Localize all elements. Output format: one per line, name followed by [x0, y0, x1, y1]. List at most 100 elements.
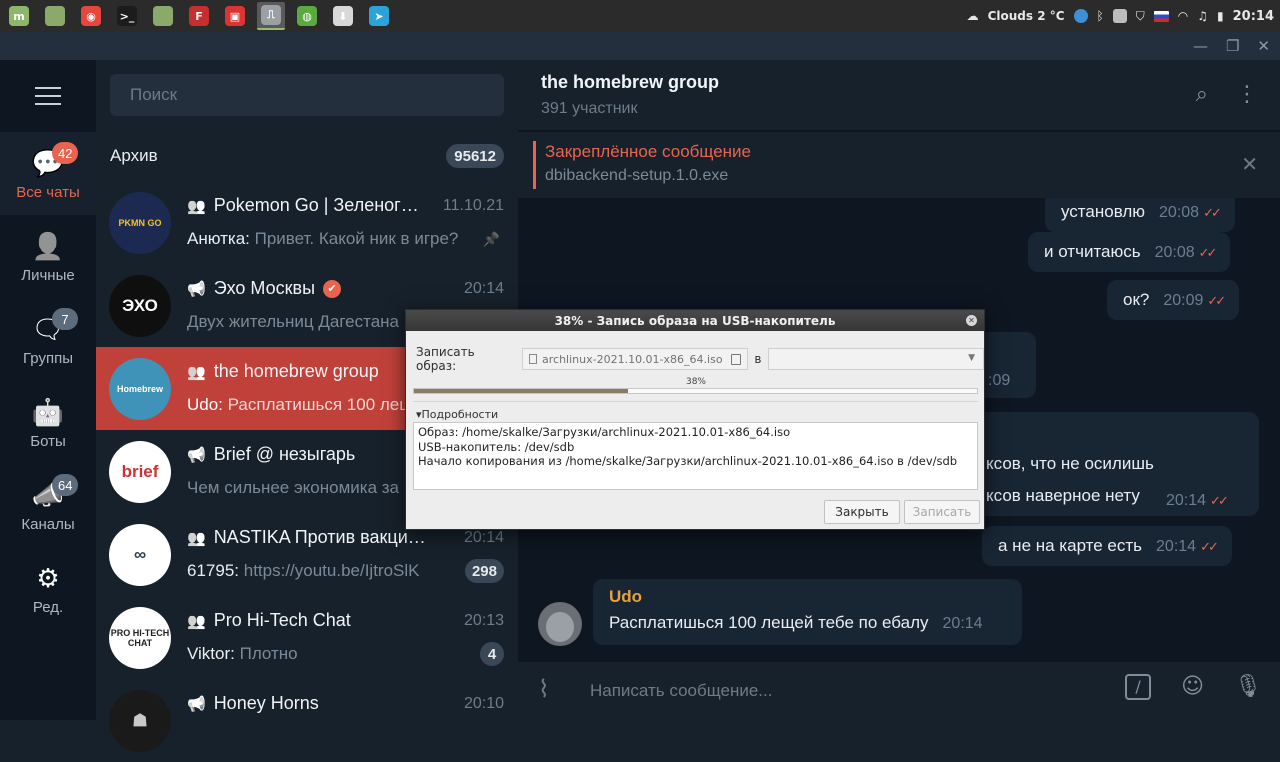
- message-text: установлю: [1061, 202, 1146, 221]
- chat-name: 👥 Pokemon Go | Зеленоград: [187, 195, 427, 216]
- taskbar-app[interactable]: ◍: [293, 2, 321, 30]
- chat-row[interactable]: ☗ 📢 Honey Horns 20:10: [96, 679, 518, 762]
- message-bubble[interactable]: ок? 20:09 ✓✓: [1107, 280, 1240, 320]
- details-log[interactable]: Образ: /home/skalke/Загрузки/archlinux-2…: [413, 422, 978, 490]
- chat-time: 20:14: [463, 529, 504, 546]
- message-bubble[interactable]: и отчитаюсь 20:08 ✓✓: [1028, 232, 1231, 272]
- bot-icon: 🤖: [31, 396, 65, 427]
- archive-row[interactable]: Архив 95612: [96, 134, 518, 178]
- search-input[interactable]: Поиск: [110, 74, 504, 116]
- taskbar-app[interactable]: ▣: [221, 2, 249, 30]
- image-row: Записать образ: archlinux-2021.10.01-x86…: [416, 345, 984, 373]
- maximize-icon[interactable]: ❐: [1226, 37, 1239, 55]
- nav-label: Каналы: [21, 516, 75, 533]
- message-bubble[interactable]: установлю 20:08 ✓✓: [1045, 198, 1235, 232]
- write-button[interactable]: Записать: [904, 500, 980, 524]
- nav-label: Боты: [30, 433, 66, 450]
- microphone-icon[interactable]: 🎙: [1234, 674, 1262, 700]
- preview-text: Двух жительниц Дагестана: [187, 312, 400, 331]
- chat-avatar: brief: [109, 441, 171, 503]
- emoji-icon[interactable]: ☺: [1181, 674, 1204, 700]
- battery-icon[interactable]: ▮: [1217, 9, 1224, 23]
- main-menu-button[interactable]: [0, 60, 96, 132]
- chat-row[interactable]: PKMN GO 👥 Pokemon Go | Зеленоград 11.10.21 А…: [96, 181, 518, 264]
- chat-row[interactable]: PRO HI-TECH CHAT 👥 Pro Hi-Tech Chat 20:13 Vi…: [96, 596, 518, 679]
- taskbar-app[interactable]: F: [185, 2, 213, 30]
- message-text: а не на карте есть: [998, 536, 1143, 555]
- hamburger-icon: [35, 87, 61, 105]
- chat-avatar: Homebrew: [109, 358, 171, 420]
- shield-icon[interactable]: ⛉: [1136, 9, 1145, 24]
- dialog-close-icon[interactable]: ✕: [966, 315, 977, 326]
- dialog-titlebar[interactable]: 38% - Запись образа на USB-накопитель ✕: [406, 310, 984, 331]
- telegram-tray-icon[interactable]: [1073, 9, 1088, 23]
- message-time: :09: [988, 372, 1011, 389]
- taskbar-app[interactable]: >_: [113, 2, 141, 30]
- preview-sender: Анютка:: [187, 229, 255, 248]
- pinned-message-bar[interactable]: Закреплённое сообщение dbibackend-setup.…: [518, 132, 1280, 198]
- minimize-icon[interactable]: —: [1193, 37, 1208, 55]
- message-author[interactable]: Udo: [609, 587, 1006, 607]
- message-bubble[interactable]: а не на карте есть 20:14 ✓✓: [982, 526, 1232, 566]
- pinned-accent-bar: [533, 141, 536, 189]
- more-vertical-icon[interactable]: ⋮: [1236, 82, 1258, 107]
- image-file-chooser[interactable]: archlinux-2021.10.01-x86_64.iso: [522, 348, 749, 370]
- nav-folder-5[interactable]: ⚙ Ред.: [0, 547, 96, 630]
- log-line: Начало копирования из /home/skalke/Загру…: [418, 454, 958, 468]
- chat-name: 📢 Эхо Москвы ✔: [187, 278, 427, 299]
- taskbar-app[interactable]: [149, 2, 177, 30]
- usb-device-select[interactable]: ▼: [767, 348, 984, 370]
- bot-commands-icon[interactable]: /: [1125, 674, 1152, 700]
- close-icon[interactable]: ✕: [1257, 37, 1270, 55]
- music-icon[interactable]: ♫: [1197, 9, 1208, 23]
- nav-folder-1[interactable]: 👤 Личные: [0, 215, 96, 298]
- app-box-icon: ▣: [225, 6, 245, 26]
- details-expander[interactable]: ▾Подробности: [416, 408, 498, 421]
- details-label: Подробности: [421, 408, 499, 421]
- nav-folder-4[interactable]: 📣 Каналы 64: [0, 464, 96, 547]
- chat-preview: Viktor: Плотно: [187, 644, 473, 664]
- avatar[interactable]: [538, 602, 582, 646]
- taskbar-app[interactable]: ⬇: [329, 2, 357, 30]
- attach-icon[interactable]: ⌇: [538, 675, 550, 703]
- bluetooth-icon[interactable]: ᛒ: [1097, 9, 1104, 23]
- taskbar-app[interactable]: ➤: [365, 2, 393, 30]
- close-pinned-icon[interactable]: ✕: [1241, 152, 1258, 176]
- search-icon[interactable]: ⌕: [1196, 82, 1208, 107]
- nav-folder-2[interactable]: 🗨 Группы 7: [0, 298, 96, 381]
- keyboard-layout-flag-icon[interactable]: [1153, 10, 1169, 22]
- chat-name: 👥 NASTIKA Против вакцина: [187, 527, 427, 548]
- chrome-icon: ◉: [81, 6, 101, 26]
- progress-bar: [413, 388, 978, 394]
- taskbar-app[interactable]: [41, 2, 69, 30]
- chat-avatar: ☗: [109, 690, 171, 752]
- clipboard-icon[interactable]: [1112, 9, 1127, 23]
- message-input[interactable]: Написать сообщение...: [590, 676, 1070, 706]
- close-button[interactable]: Закрыть: [824, 500, 900, 524]
- taskbar-app[interactable]: ⎍: [257, 2, 285, 30]
- unread-count-badge: 4: [480, 642, 504, 666]
- message-time: 20:14: [942, 615, 983, 632]
- taskbar: m ◉ >_ F ▣ ⎍ ◍ ⬇ ➤ ☁ Clouds 2 °C ᛒ ⛉ ◠ ♫ ▮ 20:14: [0, 0, 1280, 32]
- message-bubble[interactable]: ксов, что не осилишь ксов наверное нету …: [958, 412, 1259, 516]
- wifi-icon[interactable]: ◠: [1178, 9, 1188, 23]
- read-check-icon: ✓✓: [1210, 493, 1229, 508]
- taskbar-app[interactable]: ◉: [77, 2, 105, 30]
- nav-folder-0[interactable]: 💬 Все чаты 42: [0, 132, 96, 215]
- chat-name-text: Brief @ незыгарь: [213, 444, 356, 464]
- archive-label: Архив: [110, 146, 158, 165]
- read-check-icon: ✓✓: [1203, 205, 1222, 220]
- message-bubble[interactable]: Udo Расплатишься 100 лещей тебе по ебалу…: [593, 579, 1022, 645]
- files-icon: [45, 6, 65, 26]
- folders-sidebar: 💬 Все чаты 42 👤 Личные 🗨 Группы 7 🤖 Боты 📣 Каналы 64…: [0, 60, 96, 720]
- to-label: в: [754, 352, 762, 366]
- message-time: 20:14: [1166, 492, 1207, 509]
- taskbar-app[interactable]: m: [5, 2, 33, 30]
- weather-text[interactable]: Clouds 2 °C: [988, 9, 1065, 23]
- clock[interactable]: 20:14: [1233, 9, 1274, 24]
- log-line: USB-накопитель: /dev/sdb: [418, 439, 575, 454]
- verified-icon: ✔: [323, 279, 342, 298]
- nav-folder-3[interactable]: 🤖 Боты: [0, 381, 96, 464]
- channel-icon: 📢: [187, 280, 206, 298]
- chat-header[interactable]: the homebrew group 391 участник ⌕ ⋮: [518, 60, 1280, 130]
